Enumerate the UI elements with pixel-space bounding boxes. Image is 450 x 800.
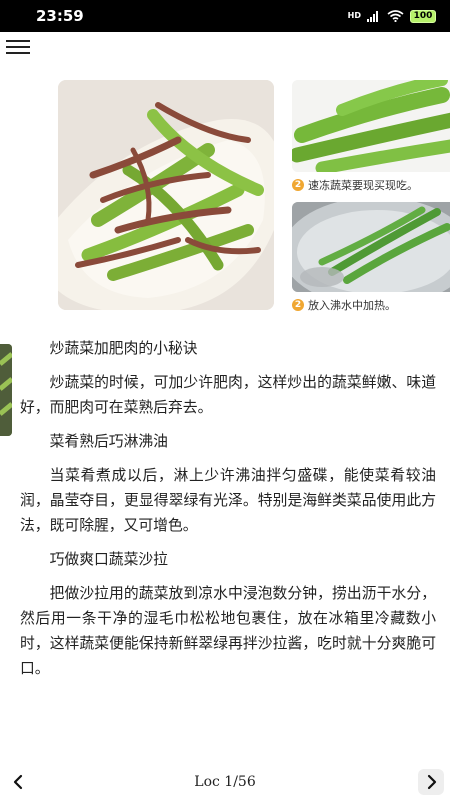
step-caption-text: 放入沸水中加热。 [308, 299, 396, 312]
chevron-right-icon [427, 774, 437, 790]
next-page-button[interactable] [418, 769, 444, 795]
article-paragraph: 炒蔬菜的时候，可加少许肥肉，这样炒出的蔬菜鲜嫩、味道好，而肥肉可在菜熟后弃去。 [20, 374, 436, 416]
status-bar: 23:59 HD 100 [0, 0, 450, 32]
stir-fry-photo [58, 80, 274, 310]
section-heading: 炒蔬菜加肥肉的小秘诀 [49, 340, 198, 357]
battery-icon: 100 [410, 9, 436, 23]
reader-footer: Loc 1/56 [0, 765, 450, 800]
section-heading: 菜肴熟后巧淋沸油 [49, 433, 168, 450]
wifi-icon [387, 10, 404, 22]
status-time: 23:59 [36, 7, 84, 25]
step-caption-text: 速冻蔬菜要现买现吃。 [308, 179, 418, 192]
frozen-beans-photo [292, 80, 450, 172]
section-heading: 巧做爽口蔬菜沙拉 [49, 551, 168, 568]
boiling-water-photo [292, 202, 450, 292]
network-type-label: HD [347, 11, 361, 20]
status-icons: HD 100 [348, 8, 436, 24]
article-paragraph: 当菜肴煮成以后，淋上少许沸油拌匀盛碟，能使菜肴较油润，晶莹夺目，更显得翠绿有光泽… [20, 467, 436, 534]
step-caption: 2 速冻蔬菜要现买现吃。 [292, 177, 418, 193]
step-number-badge: 2 [292, 299, 304, 311]
side-thumbnail [0, 344, 12, 436]
article-content: 炒蔬菜加肥肉的小秘诀 炒蔬菜的时候，可加少许肥肉，这样炒出的蔬菜鲜嫩、味道好，而… [20, 336, 436, 690]
location-indicator: Loc 1/56 [194, 774, 256, 790]
article-paragraph: 把做沙拉用的蔬菜放到凉水中浸泡数分钟，捞出沥干水分，然后用一条干净的湿毛巾松松地… [20, 585, 436, 677]
step-caption: 2 放入沸水中加热。 [292, 297, 396, 313]
step-number-badge: 2 [292, 179, 304, 191]
signal-icon [367, 11, 378, 22]
hamburger-menu-icon[interactable] [6, 40, 30, 56]
